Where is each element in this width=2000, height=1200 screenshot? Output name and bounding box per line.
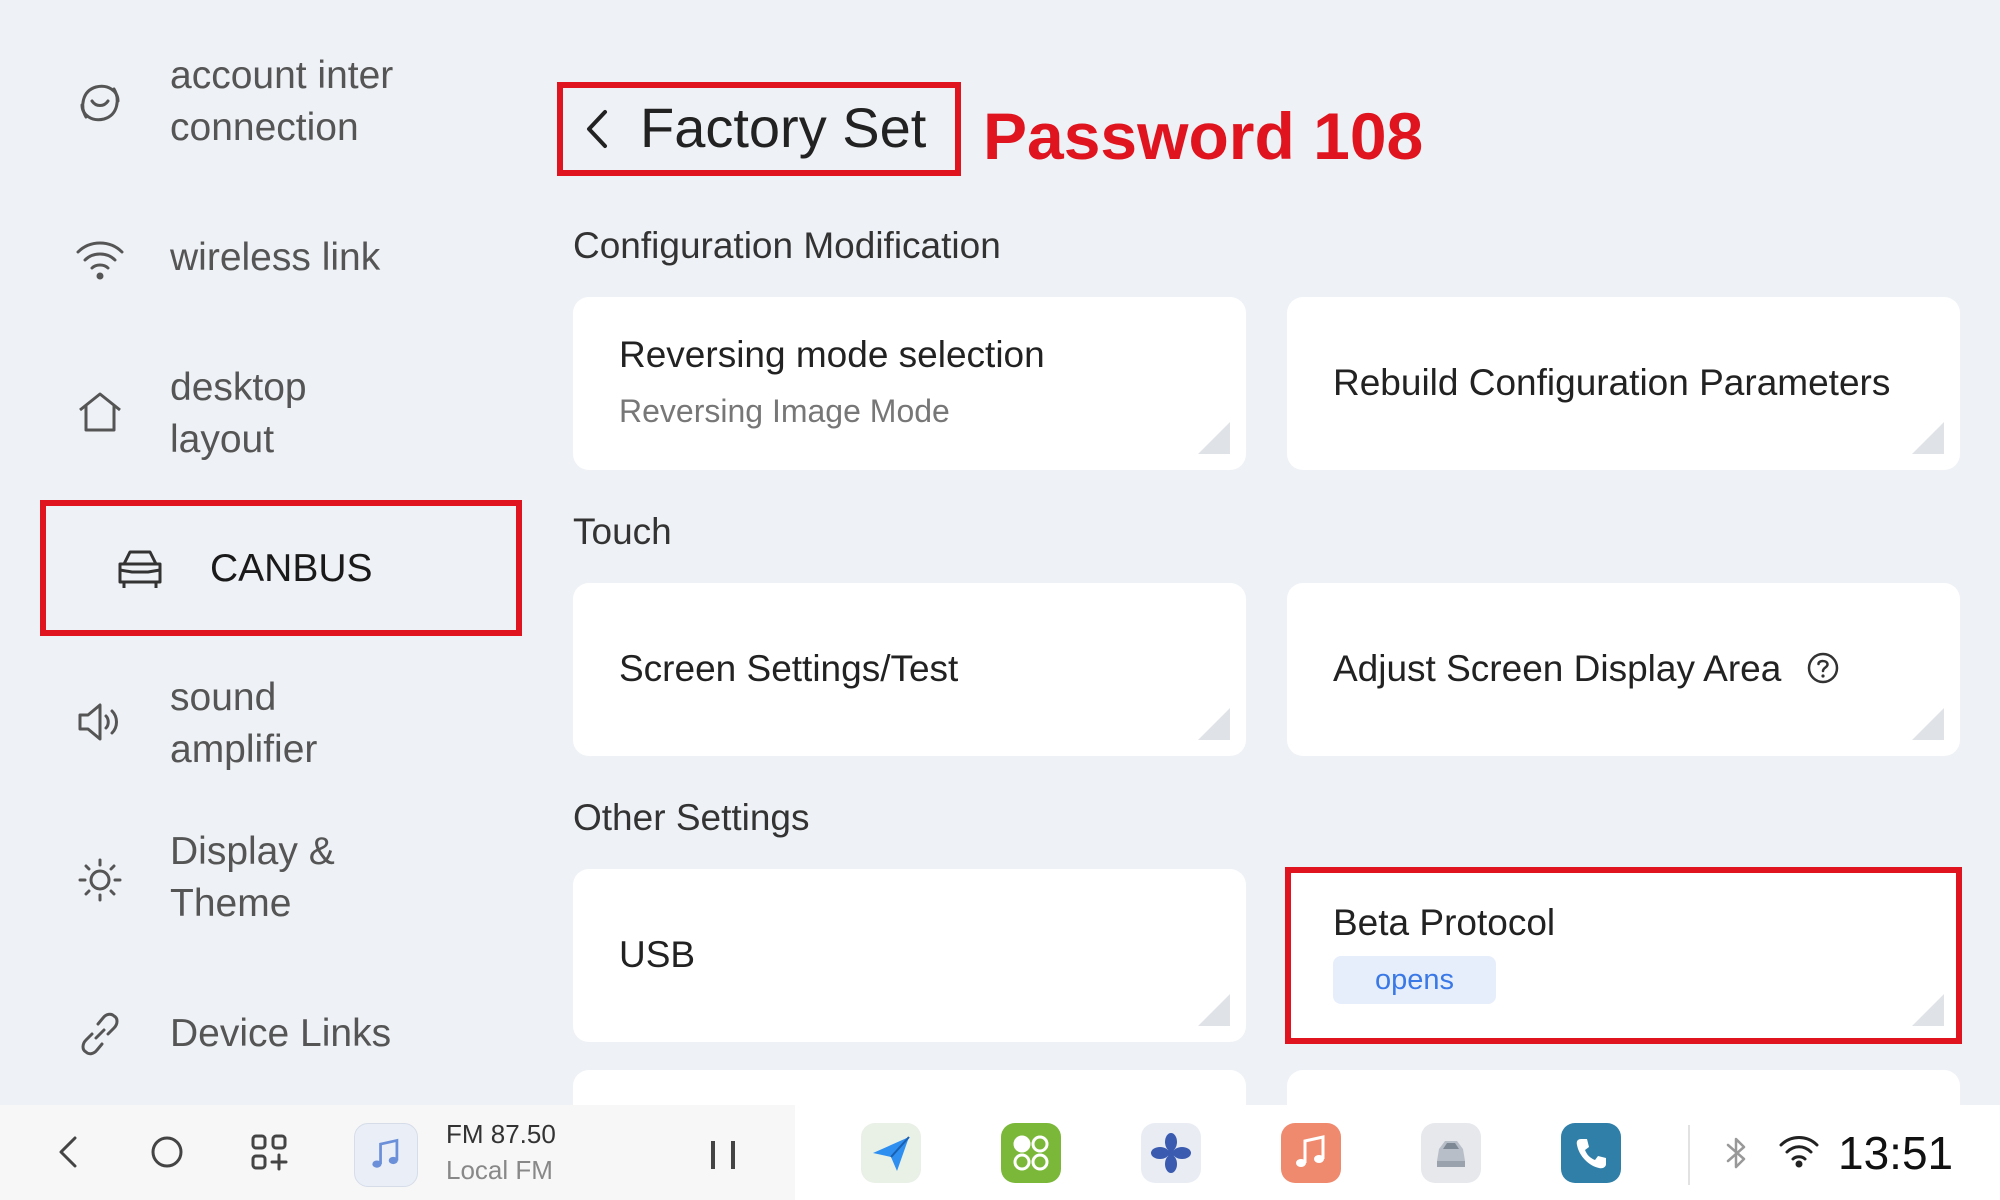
help-icon[interactable] bbox=[1806, 651, 1840, 685]
sidebar-item-label: Theme bbox=[170, 882, 292, 925]
music-note-icon bbox=[372, 1138, 399, 1168]
card-title: Screen Settings/Test bbox=[619, 648, 959, 689]
page-title: Factory Set bbox=[640, 96, 927, 159]
card-adjust-display-area[interactable]: Adjust Screen Display Area bbox=[1287, 583, 1960, 756]
nav-back-button[interactable] bbox=[44, 1127, 94, 1177]
card-title-row: Adjust Screen Display Area bbox=[1333, 645, 1840, 693]
corner-indicator bbox=[1198, 994, 1230, 1026]
status-clock: 13:51 bbox=[1838, 1127, 1954, 1179]
taskbar-media-section: FM 87.50 Local FM bbox=[0, 1105, 795, 1200]
account-link-icon bbox=[72, 75, 128, 131]
corner-indicator bbox=[1198, 422, 1230, 454]
sidebar-item-label: desktop bbox=[170, 366, 307, 409]
media-frequency: FM 87.50 bbox=[446, 1119, 556, 1149]
card-title: USB bbox=[619, 934, 696, 975]
car-app-icon[interactable] bbox=[1421, 1123, 1481, 1183]
section-title-other: Other Settings bbox=[573, 797, 810, 838]
link-icon bbox=[72, 1006, 128, 1062]
phone-app-icon[interactable] bbox=[1561, 1123, 1621, 1183]
card-usb[interactable]: USB bbox=[573, 869, 1246, 1042]
status-badge: opens bbox=[1333, 956, 1496, 1004]
corner-indicator bbox=[1912, 994, 1944, 1026]
home-icon bbox=[72, 384, 128, 440]
apps-grid-icon bbox=[251, 1134, 288, 1171]
back-button[interactable]: Factory Set bbox=[557, 82, 961, 176]
card-partial bbox=[573, 1070, 1246, 1110]
wifi-icon bbox=[72, 232, 128, 288]
media-station: Local FM bbox=[446, 1155, 553, 1185]
card-partial bbox=[1287, 1070, 1960, 1110]
music-app-icon[interactable] bbox=[1281, 1123, 1341, 1183]
corner-indicator bbox=[1198, 708, 1230, 740]
sidebar-item-label: CANBUS bbox=[210, 547, 373, 590]
nav-home-button[interactable] bbox=[142, 1127, 192, 1177]
car-icon bbox=[112, 540, 168, 596]
card-title: Rebuild Configuration Parameters bbox=[1333, 362, 1891, 403]
card-title: Reversing mode selection bbox=[619, 334, 1045, 375]
brightness-icon bbox=[72, 850, 128, 906]
card-beta-protocol[interactable]: Beta Protocol opens bbox=[1287, 869, 1960, 1042]
back-chevron-icon bbox=[587, 110, 607, 148]
fan-app-icon[interactable] bbox=[1141, 1123, 1201, 1183]
taskbar-divider bbox=[1688, 1125, 1690, 1185]
corner-indicator bbox=[1912, 708, 1944, 740]
card-reversing-mode[interactable]: Reversing mode selection Reversing Image… bbox=[573, 297, 1246, 470]
apps-grid-app-icon[interactable] bbox=[1001, 1123, 1061, 1183]
bottom-taskbar: FM 87.50 Local FM 13:51 bbox=[0, 1105, 2000, 1200]
pause-icon[interactable] bbox=[703, 1133, 743, 1177]
sidebar-item-label: layout bbox=[170, 418, 275, 461]
wifi-status-icon[interactable] bbox=[1778, 1133, 1820, 1169]
sidebar-item-label: sound bbox=[170, 676, 277, 719]
home-circle-icon bbox=[151, 1136, 183, 1168]
card-screen-settings[interactable]: Screen Settings/Test bbox=[573, 583, 1246, 756]
password-annotation: Password 108 bbox=[983, 99, 1424, 173]
corner-indicator bbox=[1912, 422, 1944, 454]
section-title-configuration: Configuration Modification bbox=[573, 225, 1001, 266]
sidebar-item-label: Device Links bbox=[170, 1012, 392, 1055]
sidebar-item-label: amplifier bbox=[170, 728, 318, 771]
settings-sidebar: account inter connection wireless link d… bbox=[0, 0, 540, 1105]
sidebar-item-label: wireless link bbox=[170, 236, 381, 279]
speaker-icon bbox=[72, 694, 128, 750]
card-rebuild-config[interactable]: Rebuild Configuration Parameters bbox=[1287, 297, 1960, 470]
bluetooth-icon[interactable] bbox=[1724, 1135, 1750, 1171]
back-icon bbox=[59, 1136, 77, 1168]
sidebar-item-label: connection bbox=[170, 106, 359, 149]
sidebar-item-label: account inter bbox=[170, 54, 394, 97]
card-title: Adjust Screen Display Area bbox=[1333, 648, 1782, 689]
sidebar-item-label: Display & bbox=[170, 830, 335, 873]
navigation-app-icon[interactable] bbox=[861, 1123, 921, 1183]
nav-apps-button[interactable] bbox=[244, 1127, 294, 1177]
section-title-touch: Touch bbox=[573, 511, 672, 552]
card-title: Beta Protocol bbox=[1333, 902, 1556, 943]
media-album-art[interactable] bbox=[354, 1123, 418, 1187]
card-subtitle: Reversing Image Mode bbox=[619, 393, 950, 429]
